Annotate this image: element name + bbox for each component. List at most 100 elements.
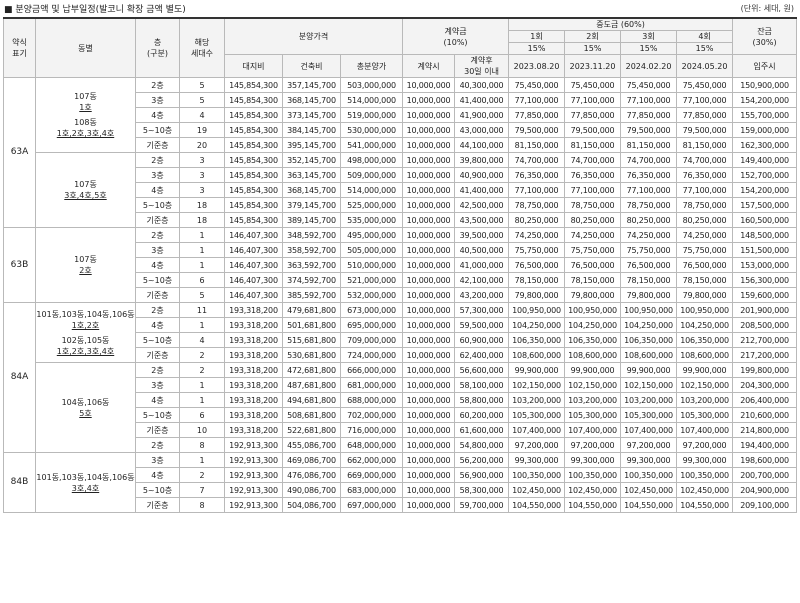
floor-cell: 2층 — [135, 362, 180, 378]
mid-4-cell: 74,250,000 — [676, 227, 734, 243]
units-cell: 1 — [179, 227, 225, 243]
mid-1-cell: 104,550,000 — [508, 497, 566, 513]
balance-cell: 208,500,000 — [732, 317, 798, 333]
balance-cell: 159,000,000 — [732, 122, 798, 138]
land-price-cell: 146,407,300 — [224, 272, 283, 288]
deposit-30days-cell: 41,000,000 — [454, 257, 510, 273]
deposit-30days-cell: 56,900,000 — [454, 467, 510, 483]
total-price-cell: 683,000,000 — [339, 482, 404, 498]
deposit-contract-cell: 10,000,000 — [402, 242, 456, 258]
floor-cell: 2층 — [135, 437, 180, 453]
deposit-contract-cell: 10,000,000 — [402, 182, 456, 198]
mid-3-cell: 74,700,000 — [620, 152, 678, 168]
floor-cell: 5~10층 — [135, 197, 180, 213]
type-cell: 84A — [3, 302, 36, 453]
unit-note: (단위: 세대, 원) — [740, 4, 794, 13]
balance-cell: 200,700,000 — [732, 467, 798, 483]
mid-2-cell: 75,450,000 — [564, 77, 622, 93]
deposit-contract-cell: 10,000,000 — [402, 257, 456, 273]
deposit-contract-cell: 10,000,000 — [402, 452, 456, 468]
land-price-cell: 193,318,200 — [224, 422, 283, 438]
building-price-cell: 490,086,700 — [282, 482, 341, 498]
units-cell: 10 — [179, 422, 225, 438]
mid-3-cell: 77,100,000 — [620, 182, 678, 198]
land-price-cell: 146,407,300 — [224, 257, 283, 273]
header-building: 건축비 — [282, 54, 341, 78]
mid-2-cell: 76,500,000 — [564, 257, 622, 273]
mid-3-cell: 76,500,000 — [620, 257, 678, 273]
building-price-cell: 348,592,700 — [282, 227, 341, 243]
balance-cell: 149,400,000 — [732, 152, 798, 168]
mid-3-cell: 77,850,000 — [620, 107, 678, 123]
mid-3-cell: 77,100,000 — [620, 92, 678, 108]
table-row: 104동,106동 5호 2층 2 193,318,200 472,681,800 666,… — [4, 362, 798, 453]
units-cell: 1 — [179, 377, 225, 393]
header-pct-2: 15% — [564, 42, 622, 55]
mid-1-cell: 105,300,000 — [508, 407, 566, 423]
building-price-cell: 476,086,700 — [282, 467, 341, 483]
land-price-cell: 146,407,300 — [224, 242, 283, 258]
deposit-30days-cell: 57,300,000 — [454, 302, 510, 318]
mid-3-cell: 75,750,000 — [620, 242, 678, 258]
building-price-cell: 373,145,700 — [282, 107, 341, 123]
units-cell: 1 — [179, 242, 225, 258]
total-price-cell: 514,000,000 — [339, 92, 404, 108]
floor-cell: 5~10층 — [135, 332, 180, 348]
balance-cell: 154,200,000 — [732, 182, 798, 198]
deposit-contract-cell: 10,000,000 — [402, 362, 456, 378]
header-type: 약식 표기 — [3, 17, 36, 78]
header-mid-2: 2회 — [564, 30, 622, 43]
balance-cell: 162,300,000 — [732, 137, 798, 153]
mid-2-cell: 77,850,000 — [564, 107, 622, 123]
deposit-contract-cell: 10,000,000 — [402, 272, 456, 288]
dong-line: 5호 — [79, 408, 92, 418]
building-price-cell: 530,681,800 — [282, 347, 341, 363]
floor-cell: 2층 — [135, 77, 180, 93]
header-price: 분양가격 — [223, 17, 404, 55]
mid-1-cell: 97,200,000 — [508, 437, 566, 453]
units-cell: 5 — [179, 77, 225, 93]
floor-cell: 4층 — [135, 467, 180, 483]
mid-1-cell: 99,300,000 — [508, 452, 566, 468]
deposit-contract-cell: 10,000,000 — [402, 77, 456, 93]
mid-1-cell: 102,150,000 — [508, 377, 566, 393]
floor-cell: 2층 — [135, 227, 180, 243]
mid-2-cell: 100,350,000 — [564, 467, 622, 483]
dong-line: 107동 — [74, 255, 97, 264]
building-price-cell: 389,145,700 — [282, 212, 341, 228]
dong-line: 104동,106동 — [61, 397, 110, 407]
deposit-30days-cell: 58,800,000 — [454, 392, 510, 408]
mid-4-cell: 102,150,000 — [676, 377, 734, 393]
building-price-cell: 504,086,700 — [282, 497, 341, 513]
mid-3-cell: 99,300,000 — [620, 452, 678, 468]
mid-3-cell: 100,350,000 — [620, 467, 678, 483]
units-cell: 5 — [179, 287, 225, 303]
deposit-contract-cell: 10,000,000 — [402, 227, 456, 243]
floor-cell: 5~10층 — [135, 272, 180, 288]
units-cell: 1 — [179, 317, 225, 333]
total-price-cell: 498,000,000 — [339, 152, 404, 168]
balance-cell: 156,300,000 — [732, 272, 798, 288]
land-price-cell: 193,318,200 — [224, 392, 283, 408]
mid-2-cell: 99,900,000 — [564, 362, 622, 378]
mid-2-cell: 74,250,000 — [564, 227, 622, 243]
mid-1-cell: 75,750,000 — [508, 242, 566, 258]
mid-2-cell: 107,400,000 — [564, 422, 622, 438]
deposit-30days-cell: 42,100,000 — [454, 272, 510, 288]
balance-cell: 155,700,000 — [732, 107, 798, 123]
dong-line: 1호 — [79, 103, 92, 112]
mid-4-cell: 99,900,000 — [676, 362, 734, 378]
mid-3-cell: 106,350,000 — [620, 332, 678, 348]
mid-2-cell: 80,250,000 — [564, 212, 622, 228]
mid-4-cell: 105,300,000 — [676, 407, 734, 423]
dong-line: 3호,4호 — [71, 483, 100, 493]
building-price-cell: 363,592,700 — [282, 257, 341, 273]
deposit-contract-cell: 10,000,000 — [402, 497, 456, 513]
deposit-30days-cell: 41,900,000 — [454, 107, 510, 123]
land-price-cell: 145,854,300 — [224, 167, 283, 183]
table-row: 63A 107동 1호 108동 1호,2호,3호,4호 2층 5 145,854,300 35… — [3, 77, 798, 228]
dong-cell: 107동 3호,4호,5호 — [35, 152, 136, 228]
building-price-cell: 352,145,700 — [282, 152, 341, 168]
mid-2-cell: 102,450,000 — [564, 482, 622, 498]
units-cell: 8 — [179, 437, 225, 453]
